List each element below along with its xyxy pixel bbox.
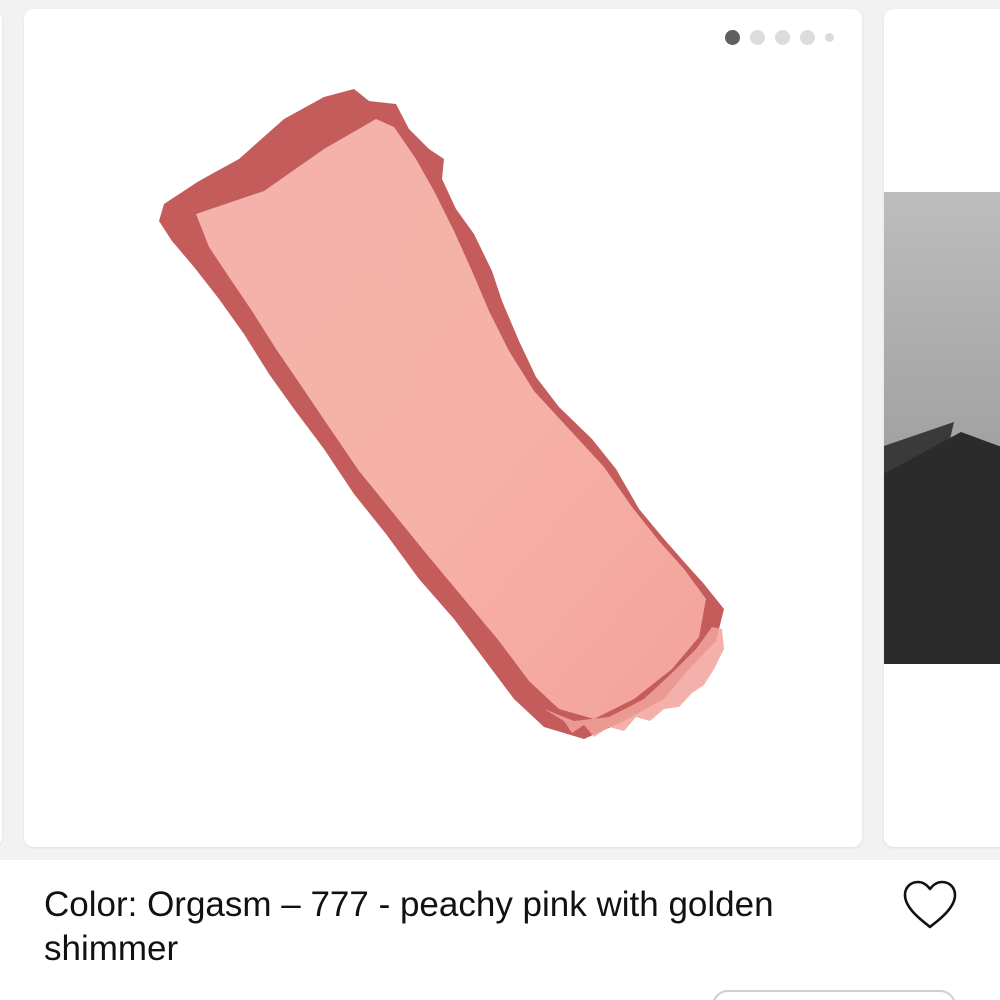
carousel-dot-3[interactable]: [775, 30, 790, 45]
favorite-button[interactable]: [901, 878, 959, 932]
carousel-dot-1[interactable]: [725, 30, 740, 45]
product-color-caption: Color: Orgasm – 777 - peachy pink with g…: [44, 885, 774, 968]
product-image-card[interactable]: [24, 9, 862, 847]
previous-image-card[interactable]: [0, 9, 2, 847]
carousel-dot-5[interactable]: [825, 33, 834, 42]
product-viewer: Color: Orgasm – 777 - peachy pink with g…: [0, 0, 1000, 1000]
carousel-dot-2[interactable]: [750, 30, 765, 45]
photo-garment: [884, 432, 1000, 664]
blush-swatch-image: [159, 89, 724, 739]
carousel-dot-4[interactable]: [800, 30, 815, 45]
next-image-card[interactable]: [884, 9, 1000, 847]
carousel-pagination[interactable]: [725, 30, 834, 45]
next-image-photo: [884, 192, 1000, 664]
bottom-action-pill[interactable]: [712, 990, 956, 1000]
product-info: Color: Orgasm – 777 - peachy pink with g…: [0, 860, 1000, 1000]
image-carousel[interactable]: [0, 0, 1000, 860]
heart-icon: [903, 880, 957, 929]
